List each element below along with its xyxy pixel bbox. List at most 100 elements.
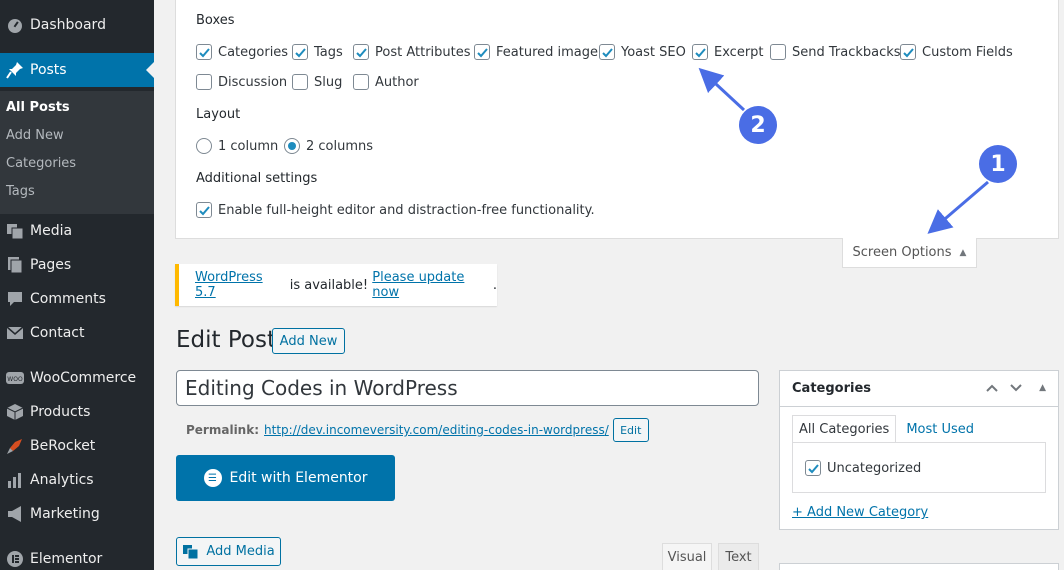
sidebar-item-analytics[interactable]: Analytics (0, 463, 154, 497)
submenu-categories[interactable]: Categories (6, 156, 76, 171)
elementor-button-label: Edit with Elementor (229, 470, 368, 486)
radio-circle[interactable] (196, 138, 212, 154)
radio-1-column[interactable]: 1 column (196, 138, 278, 154)
checkbox-author[interactable]: Author (353, 74, 419, 90)
checkmark-icon (198, 205, 210, 215)
checkbox-slug[interactable]: Slug (292, 74, 342, 90)
sidebar-item-marketing[interactable]: Marketing (0, 497, 154, 531)
additional-settings-heading: Additional settings (196, 171, 318, 186)
add-new-category-link[interactable]: + Add New Category (792, 505, 928, 520)
checkbox-label: Tags (314, 44, 343, 60)
sidebar-item-products[interactable]: Products (0, 395, 154, 429)
radio-label: 1 column (218, 138, 279, 154)
checkbox-box[interactable] (805, 460, 821, 476)
screen-options-toggle[interactable]: Screen Options ▲ (842, 238, 977, 268)
checkbox-yoast-seo[interactable]: Yoast SEO (599, 44, 686, 60)
chevron-up-icon[interactable] (985, 381, 999, 395)
submenu-all-posts[interactable]: All Posts (6, 100, 70, 115)
chevron-down-icon[interactable] (1009, 381, 1023, 395)
sidebar-item-elementor[interactable]: Elementor (0, 542, 154, 570)
checkbox-box[interactable] (692, 44, 708, 60)
post-title-input[interactable]: Editing Codes in WordPress (176, 370, 759, 406)
mail-icon (0, 324, 30, 342)
sidebar-item-label: Analytics (30, 472, 94, 488)
checkbox-discussion[interactable]: Discussion (196, 74, 287, 90)
checkbox-custom-fields[interactable]: Custom Fields (900, 44, 1013, 60)
box-icon (0, 403, 30, 421)
checkmark-icon (902, 47, 914, 57)
tab-all-categories[interactable]: All Categories (792, 415, 897, 443)
wordpress-version-link[interactable]: WordPress 5.7 (195, 270, 286, 300)
checkbox-categories[interactable]: Categories (196, 44, 288, 60)
annotation-badge-2: 2 (739, 106, 777, 144)
update-now-link[interactable]: Please update now (372, 270, 493, 300)
boxes-heading: Boxes (196, 13, 235, 28)
checkbox-box[interactable] (196, 44, 212, 60)
sidebar-item-pages[interactable]: Pages (0, 248, 154, 282)
page-title: Edit Post (176, 327, 276, 353)
checkbox-box[interactable] (900, 44, 916, 60)
permalink-link[interactable]: http://dev.incomeversity.com/editing-cod… (264, 423, 609, 437)
sidebar-item-label: Elementor (30, 551, 103, 567)
checkbox-label: Categories (218, 44, 289, 60)
sidebar-item-label: Comments (30, 291, 106, 307)
sidebar-item-label: BeRocket (30, 438, 96, 454)
checkbox-label: Author (375, 74, 419, 90)
checkbox-box[interactable] (292, 44, 308, 60)
sidebar-item-label: Dashboard (30, 17, 106, 33)
submenu-tags[interactable]: Tags (6, 184, 35, 199)
checkbox-full-height-editor[interactable]: Enable full-height editor and distractio… (196, 202, 595, 218)
checkbox-box[interactable] (770, 44, 786, 60)
add-new-button[interactable]: Add New (272, 328, 345, 354)
metabox-controls: ▲ (985, 381, 1046, 395)
checkbox-post-attributes[interactable]: Post Attributes (353, 44, 471, 60)
tab-visual[interactable]: Visual (662, 543, 712, 570)
submenu-add-new[interactable]: Add New (6, 128, 64, 143)
pin-icon (0, 61, 30, 79)
metabox-header: Categories ▲ (780, 371, 1058, 407)
update-notice: WordPress 5.7 is available! Please updat… (175, 264, 497, 306)
permalink-base: http://dev.incomeversity.com/ (264, 423, 443, 437)
tab-most-used[interactable]: Most Used (896, 415, 980, 443)
checkbox-box[interactable] (292, 74, 308, 90)
radio-circle[interactable] (284, 138, 300, 154)
tab-text[interactable]: Text (718, 543, 759, 570)
sidebar-item-label: Pages (30, 257, 72, 273)
checkmark-icon (198, 47, 210, 57)
toggle-panel-icon[interactable]: ▲ (1039, 383, 1046, 393)
sidebar-item-contact[interactable]: Contact (0, 316, 154, 350)
checkbox-excerpt[interactable]: Excerpt (692, 44, 764, 60)
edit-with-elementor-button[interactable]: ☰ Edit with Elementor (176, 455, 395, 501)
checkmark-icon (694, 47, 706, 57)
checkbox-featured-image[interactable]: Featured image (474, 44, 598, 60)
checkbox-box[interactable] (599, 44, 615, 60)
radio-2-columns[interactable]: 2 columns (284, 138, 373, 154)
permalink-label: Permalink: (186, 423, 260, 437)
checkbox-send-trackbacks[interactable]: Send Trackbacks (770, 44, 901, 60)
pages-icon (0, 256, 30, 274)
permalink-edit-button[interactable]: Edit (612, 418, 649, 442)
sidebar-item-media[interactable]: Media (0, 214, 154, 248)
checkbox-uncategorized[interactable]: Uncategorized (805, 460, 921, 476)
notice-text: is available! (285, 277, 373, 293)
add-media-button[interactable]: Add Media (176, 537, 281, 566)
metabox-title: Categories (792, 381, 872, 396)
sidebar-item-posts[interactable]: Posts (0, 53, 154, 87)
checkbox-tags[interactable]: Tags (292, 44, 343, 60)
media-icon (0, 222, 30, 240)
checkbox-box[interactable] (353, 74, 369, 90)
sidebar-item-berocket[interactable]: BeRocket (0, 429, 154, 463)
sidebar-item-dashboard[interactable]: Dashboard (0, 8, 154, 42)
checkbox-label: Uncategorized (827, 460, 922, 476)
sidebar-item-woocommerce[interactable]: WOO WooCommerce (0, 361, 154, 395)
checkbox-label: Discussion (218, 74, 288, 90)
notice-end: . (492, 277, 497, 293)
checkbox-box[interactable] (353, 44, 369, 60)
checkbox-box[interactable] (474, 44, 490, 60)
checkbox-box[interactable] (196, 74, 212, 90)
checkbox-box[interactable] (196, 202, 212, 218)
screen-options-panel: Boxes Categories Tags Post Attributes Fe… (175, 0, 1059, 239)
sidebar-item-label: Media (30, 223, 73, 239)
metabox-partial (779, 563, 1059, 570)
sidebar-item-comments[interactable]: Comments (0, 282, 154, 316)
